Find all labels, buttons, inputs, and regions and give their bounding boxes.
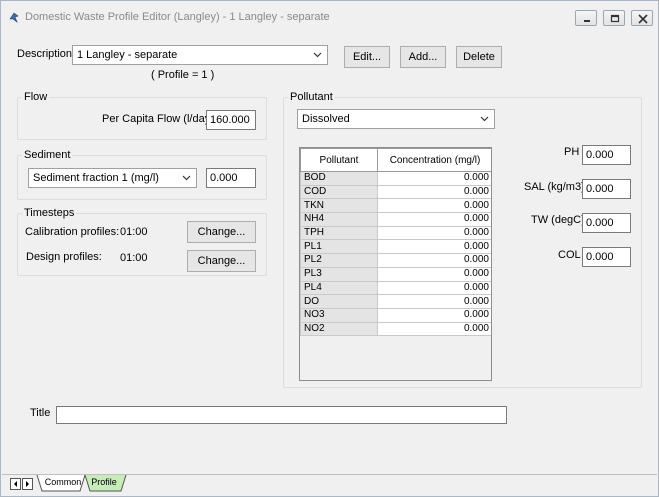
- ph-label: PH: [564, 146, 580, 158]
- sal-input[interactable]: 0.000: [582, 179, 631, 199]
- concentration-cell[interactable]: 0.000: [377, 171, 491, 186]
- table-row[interactable]: NO2 0.000: [300, 321, 491, 337]
- title-bar[interactable]: Domestic Waste Profile Editor (Langley) …: [1, 1, 658, 33]
- pollutant-table: Pollutant Concentration (mg/l) BOD 0.000 C…: [300, 148, 491, 337]
- concentration-cell[interactable]: 0.000: [377, 184, 491, 200]
- tab-common[interactable]: Common: [43, 475, 83, 491]
- pollutant-name-cell: TPH: [300, 225, 378, 241]
- design-change-button[interactable]: Change...: [187, 250, 256, 272]
- close-icon: [638, 14, 648, 24]
- tab-scroll-left-button[interactable]: [10, 478, 21, 490]
- calibration-profiles-value: 01:00: [120, 226, 148, 238]
- title-label: Title: [30, 407, 51, 419]
- tab-scroll-right-button[interactable]: [22, 478, 33, 490]
- pollutant-name-cell: NO2: [300, 321, 378, 337]
- concentration-cell[interactable]: 0.000: [377, 212, 491, 227]
- dialog-client: Description 1 Langley - separate ( Profi…: [7, 33, 652, 473]
- pollutant-name-cell: TKN: [300, 198, 378, 214]
- concentration-cell[interactable]: 0.000: [377, 307, 491, 323]
- caret-right-icon: [26, 481, 29, 487]
- maximize-icon: [610, 14, 620, 23]
- pollutant-name-cell: PL2: [300, 253, 378, 268]
- sediment-group-title: Sediment: [22, 149, 73, 161]
- profile-note: ( Profile = 1 ): [151, 69, 215, 81]
- minimize-button[interactable]: [575, 10, 597, 26]
- col-label: COL: [558, 249, 581, 261]
- tw-label: TW (degC): [531, 214, 585, 226]
- pollutant-name-cell: DO: [300, 294, 378, 309]
- concentration-cell[interactable]: 0.000: [377, 198, 491, 214]
- column-header-pollutant[interactable]: Pollutant: [300, 148, 378, 172]
- table-row[interactable]: BOD 0.000: [300, 171, 491, 186]
- pollutant-type-dropdown[interactable]: Dissolved: [297, 109, 495, 129]
- table-row[interactable]: TPH 0.000: [300, 225, 491, 241]
- pollutant-name-cell: NH4: [300, 212, 378, 227]
- concentration-cell[interactable]: 0.000: [377, 239, 491, 255]
- calibration-change-button[interactable]: Change...: [187, 221, 256, 243]
- chevron-down-icon: [313, 52, 322, 58]
- concentration-cell[interactable]: 0.000: [377, 280, 491, 296]
- concentration-cell[interactable]: 0.000: [377, 225, 491, 241]
- pollutant-name-cell: PL4: [300, 280, 378, 296]
- calibration-profiles-label: Calibration profiles:: [25, 226, 120, 238]
- delete-button[interactable]: Delete: [456, 46, 502, 68]
- sediment-selected: Sediment fraction 1 (mg/l): [33, 172, 159, 184]
- sal-label: SAL (kg/m3): [524, 181, 585, 193]
- chevron-down-icon: [182, 175, 191, 181]
- description-label: Description: [17, 48, 73, 60]
- concentration-cell[interactable]: 0.000: [377, 266, 491, 282]
- pollutant-name-cell: NO3: [300, 307, 378, 323]
- concentration-cell[interactable]: 0.000: [377, 294, 491, 309]
- table-row[interactable]: TKN 0.000: [300, 198, 491, 214]
- table-row[interactable]: PL2 0.000: [300, 253, 491, 268]
- description-selected: 1 Langley - separate: [77, 49, 178, 61]
- close-button[interactable]: [631, 10, 653, 26]
- edit-button[interactable]: Edit...: [344, 46, 390, 68]
- pollutant-name-cell: COD: [300, 184, 378, 200]
- timesteps-group-title: Timesteps: [22, 207, 77, 219]
- table-row[interactable]: PL4 0.000: [300, 280, 491, 296]
- window-title: Domestic Waste Profile Editor (Langley) …: [25, 11, 330, 23]
- table-row[interactable]: NH4 0.000: [300, 212, 491, 227]
- per-capita-flow-label: Per Capita Flow (l/day): [102, 113, 214, 125]
- table-row[interactable]: NO3 0.000: [300, 307, 491, 323]
- app-icon: [9, 12, 19, 23]
- tw-input[interactable]: 0.000: [582, 213, 631, 233]
- minimize-icon: [584, 20, 590, 22]
- pollutant-name-cell: BOD: [300, 171, 378, 186]
- title-input[interactable]: [56, 406, 507, 424]
- pollutant-grid[interactable]: Pollutant Concentration (mg/l) BOD 0.000 C…: [299, 147, 492, 381]
- design-profiles-label: Design profiles:: [26, 251, 102, 263]
- caret-left-icon: [14, 481, 17, 487]
- sheet-tab-bar: Common Profile: [2, 474, 657, 496]
- flow-group-title: Flow: [22, 91, 50, 103]
- pollutant-name-cell: PL1: [300, 239, 378, 255]
- per-capita-flow-input[interactable]: 160.000: [206, 110, 256, 130]
- table-row[interactable]: COD 0.000: [300, 184, 491, 200]
- concentration-cell[interactable]: 0.000: [377, 253, 491, 268]
- concentration-cell[interactable]: 0.000: [377, 321, 491, 337]
- sediment-dropdown[interactable]: Sediment fraction 1 (mg/l): [28, 168, 197, 188]
- add-button[interactable]: Add...: [400, 46, 446, 68]
- editor-window: Domestic Waste Profile Editor (Langley) …: [0, 0, 659, 497]
- tab-profile[interactable]: Profile: [88, 475, 120, 491]
- table-row[interactable]: DO 0.000: [300, 294, 491, 309]
- pollutant-group-title: Pollutant: [288, 91, 335, 103]
- table-row[interactable]: PL1 0.000: [300, 239, 491, 255]
- pollutant-name-cell: PL3: [300, 266, 378, 282]
- chevron-down-icon: [480, 116, 489, 122]
- maximize-button[interactable]: [603, 10, 625, 26]
- ph-input[interactable]: 0.000: [582, 145, 631, 165]
- col-input[interactable]: 0.000: [582, 247, 631, 267]
- pollutant-rows: BOD 0.000 COD 0.000 TKN 0.000 NH4 0.000 TPH 0.000…: [300, 171, 491, 337]
- sediment-value-input[interactable]: 0.000: [206, 168, 256, 188]
- table-row[interactable]: PL3 0.000: [300, 266, 491, 282]
- description-dropdown[interactable]: 1 Langley - separate: [72, 45, 328, 65]
- pollutant-type-selected: Dissolved: [302, 113, 350, 125]
- column-header-concentration[interactable]: Concentration (mg/l): [377, 148, 491, 172]
- design-profiles-value: 01:00: [120, 252, 148, 264]
